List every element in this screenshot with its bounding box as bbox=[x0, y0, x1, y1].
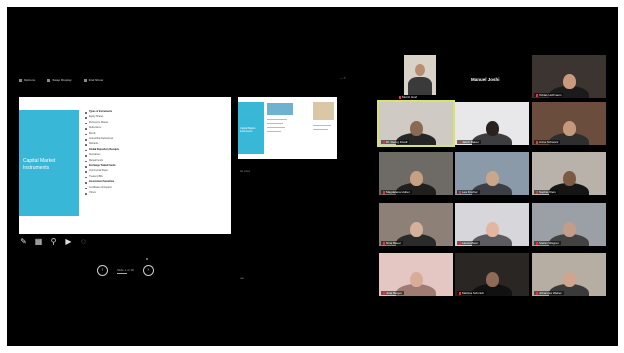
participant-tile[interactable]: Dr. Georg Friedl bbox=[377, 100, 455, 147]
next-slide-text-line bbox=[267, 131, 281, 132]
subtitles-icon[interactable]: ◌ bbox=[79, 237, 88, 246]
mic-muted-icon bbox=[536, 140, 538, 144]
participant-tile[interactable]: Johannes Weber bbox=[532, 253, 606, 296]
participant-tile[interactable]: Stefan Wagner bbox=[532, 203, 606, 246]
previous-slide-button[interactable]: ‹ bbox=[97, 265, 108, 276]
participant-face bbox=[486, 120, 499, 136]
participant-name: Magdalena Huber bbox=[381, 190, 412, 194]
speaker-name: Manuel Joshi bbox=[471, 77, 500, 82]
video-icon[interactable]: ▶ bbox=[64, 237, 73, 246]
navigation-dot bbox=[146, 258, 148, 260]
speaker-notes: No notes bbox=[240, 170, 251, 173]
next-slide-text-line bbox=[267, 127, 285, 128]
chevron-left-icon: ‹ bbox=[101, 267, 104, 273]
next-slide-title-panel: Capital Market Instruments bbox=[238, 102, 264, 154]
participant-name: Lea Fischer bbox=[457, 190, 480, 194]
swap-display-button[interactable]: Swap Display bbox=[47, 78, 72, 82]
annotation-tools: ✎ ▦ ⚲ ▶ ◌ bbox=[19, 237, 88, 246]
presenter-toolbar: Options Swap Display End Show bbox=[19, 78, 103, 82]
slide-title: Capital Market Instruments bbox=[23, 158, 56, 171]
panel-resize-icon[interactable]: ◂ ▸ bbox=[240, 276, 244, 280]
participant-tile[interactable]: Laura Meier bbox=[455, 203, 529, 246]
current-slide: Capital Market Instruments Types of Inst… bbox=[19, 97, 231, 234]
participant-face bbox=[486, 170, 499, 186]
mic-muted-icon bbox=[399, 95, 401, 99]
participant-face bbox=[410, 120, 423, 136]
window-controls[interactable]: – × bbox=[340, 75, 346, 80]
participant-face bbox=[410, 271, 423, 287]
participant-name: Jakob Bauer bbox=[457, 140, 481, 144]
slide-bullet-list: Types of Instruments Equity Shares Prefere… bbox=[85, 110, 119, 197]
mic-muted-icon bbox=[383, 190, 385, 194]
slide-counter[interactable]: Slide 1 of 18 bbox=[117, 268, 134, 274]
participant-tile[interactable]: Magdalena Huber bbox=[379, 152, 453, 195]
participant-name: Martina Schmidt bbox=[457, 291, 486, 295]
chevron-right-icon: › bbox=[147, 267, 150, 273]
participant-face bbox=[486, 221, 499, 237]
mic-muted-icon bbox=[459, 241, 461, 245]
slide-navigation: ‹ Slide 1 of 18 › bbox=[97, 265, 154, 276]
end-show-button[interactable]: End Show bbox=[83, 78, 103, 82]
next-slide-photo bbox=[313, 102, 334, 120]
participant-face bbox=[410, 221, 423, 237]
participant-tile[interactable]: Nina Bauer bbox=[379, 203, 453, 246]
participant-tile[interactable]: Martina Schmidt bbox=[455, 253, 529, 296]
participant-name: Johannes Weber bbox=[534, 291, 564, 295]
participant-name: Nina Bauer bbox=[381, 241, 404, 245]
participant-tile[interactable]: Jakob Bauer bbox=[455, 102, 529, 145]
participant-face bbox=[563, 120, 576, 136]
participant-name: Anna Schwarz bbox=[534, 140, 561, 144]
next-slide-text-line bbox=[313, 125, 331, 126]
options-icon bbox=[19, 78, 22, 82]
participant-tile[interactable]: Tobias Hoffmann bbox=[532, 55, 606, 98]
mic-muted-icon bbox=[536, 93, 538, 97]
participant-face bbox=[415, 64, 425, 76]
mic-muted-icon bbox=[383, 291, 385, 295]
options-button[interactable]: Options bbox=[19, 78, 35, 82]
participant-face bbox=[410, 170, 423, 186]
participant-face bbox=[563, 271, 576, 287]
participant-face bbox=[486, 271, 499, 287]
participant-name: Sophie Klein bbox=[534, 190, 558, 194]
small-tile-name: Moritz Graf bbox=[399, 95, 417, 99]
next-slide-text-line bbox=[267, 119, 287, 120]
participant-face bbox=[563, 221, 576, 237]
next-slide-button[interactable]: › bbox=[142, 265, 154, 276]
swap-icon bbox=[47, 78, 51, 82]
grid-icon[interactable]: ▦ bbox=[34, 237, 43, 246]
mic-muted-icon bbox=[536, 291, 538, 295]
participant-face bbox=[563, 170, 576, 186]
mic-muted-icon bbox=[459, 140, 461, 144]
zoom-window: Options Swap Display End Show – × Capita… bbox=[7, 7, 618, 346]
participant-name: Stefan Wagner bbox=[534, 241, 561, 245]
slide-counter-underline bbox=[117, 272, 127, 274]
mic-muted-icon bbox=[459, 291, 461, 295]
participant-tile[interactable]: Julia Berger bbox=[379, 253, 453, 296]
next-slide-text-line bbox=[267, 123, 283, 124]
participant-face bbox=[563, 73, 576, 89]
participant-tile[interactable]: Anna Schwarz bbox=[532, 102, 606, 145]
end-icon bbox=[83, 78, 87, 82]
participant-name: Dr. Georg Friedl bbox=[381, 140, 410, 144]
participant-name: Tobias Hoffmann bbox=[534, 93, 564, 97]
mic-muted-icon bbox=[383, 140, 385, 144]
participant-tile-small[interactable] bbox=[404, 55, 436, 95]
participant-name: Laura Meier bbox=[457, 241, 481, 245]
participant-tile[interactable]: Sophie Klein bbox=[532, 152, 606, 195]
mic-muted-icon bbox=[459, 190, 461, 194]
next-slide-image bbox=[267, 103, 293, 115]
participant-tile[interactable]: Lea Fischer bbox=[455, 152, 529, 195]
mic-muted-icon bbox=[383, 241, 385, 245]
pen-icon[interactable]: ✎ bbox=[19, 237, 28, 246]
search-icon[interactable]: ⚲ bbox=[49, 237, 58, 246]
participant-name: Julia Berger bbox=[381, 291, 405, 295]
mic-muted-icon bbox=[536, 190, 538, 194]
mic-muted-icon bbox=[536, 241, 538, 245]
next-slide-preview[interactable]: Capital Market Instruments bbox=[238, 97, 337, 159]
participant-body bbox=[408, 77, 432, 95]
slide-title-panel: Capital Market Instruments bbox=[19, 110, 79, 216]
next-slide-text-line bbox=[313, 129, 328, 130]
next-slide-title: Capital Market Instruments bbox=[240, 127, 256, 133]
slide-bullet: Others bbox=[85, 191, 119, 196]
